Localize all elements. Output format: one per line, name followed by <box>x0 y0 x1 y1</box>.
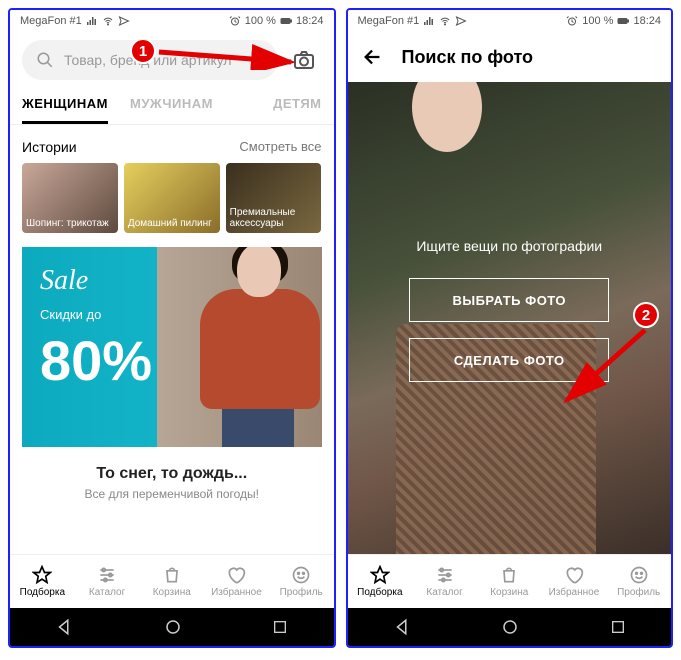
nav-favorites[interactable]: Избранное <box>204 555 269 608</box>
nav-selection[interactable]: Подборка <box>10 555 75 608</box>
signal-icon <box>86 15 98 27</box>
signal-icon <box>423 15 435 27</box>
send-icon <box>455 15 467 27</box>
send-icon <box>118 15 130 27</box>
nav-catalog[interactable]: Каталог <box>412 555 477 608</box>
back-icon[interactable] <box>362 46 384 68</box>
heart-icon <box>564 565 584 585</box>
nav-favorites[interactable]: Избранное <box>542 555 607 608</box>
search-icon <box>36 51 54 69</box>
nav-label: Каталог <box>426 587 462 598</box>
battery-label: 100 % <box>245 15 276 27</box>
bag-icon <box>499 565 519 585</box>
filter-icon <box>97 565 117 585</box>
smile-icon <box>629 565 649 585</box>
nav-label: Подборка <box>357 587 402 598</box>
photo-search-hint: Ищите вещи по фотографии <box>409 238 609 254</box>
wifi-icon <box>439 15 451 27</box>
nav-cart[interactable]: Корзина <box>139 555 204 608</box>
phone-screen-1: 1 MegaFon #1 100 % 18:24 <box>8 8 336 648</box>
story-label: Шопинг: трикотаж <box>26 218 109 229</box>
nav-label: Каталог <box>89 587 125 598</box>
battery-icon <box>280 15 292 27</box>
android-recent-icon[interactable] <box>610 619 626 635</box>
banner-model-image <box>182 247 322 447</box>
status-bar: MegaFon #1 100 % 18:24 <box>348 10 672 32</box>
nav-label: Подборка <box>20 587 65 598</box>
android-home-icon[interactable] <box>501 618 519 636</box>
nav-cart[interactable]: Корзина <box>477 555 542 608</box>
alarm-icon <box>229 15 241 27</box>
nav-label: Корзина <box>153 587 191 598</box>
nav-profile[interactable]: Профиль <box>606 555 671 608</box>
android-back-icon[interactable] <box>393 618 411 636</box>
story-label: Премиальные аксессуары <box>230 207 318 229</box>
carrier-label: MegaFon #1 <box>20 15 82 27</box>
nav-label: Избранное <box>549 587 600 598</box>
headline-sub: Все для переменчивой погоды! <box>30 487 314 501</box>
android-home-icon[interactable] <box>164 618 182 636</box>
sale-banner[interactable]: Sale Скидки до 80% <box>22 247 322 447</box>
stories-title: Истории <box>22 139 77 155</box>
tab-women[interactable]: ЖЕНЩИНАМ <box>22 88 108 124</box>
android-nav-bar <box>348 608 672 646</box>
story-card[interactable]: Домашний пилинг <box>124 163 220 233</box>
android-nav-bar <box>10 608 334 646</box>
nav-label: Профиль <box>280 587 323 598</box>
tab-kids[interactable]: ДЕТЯМ <box>273 88 321 124</box>
battery-icon <box>617 15 629 27</box>
stories-view-all[interactable]: Смотреть все <box>239 139 321 155</box>
nav-label: Профиль <box>617 587 660 598</box>
tab-men[interactable]: МУЖЧИНАМ <box>130 88 213 124</box>
annotation-arrow-2 <box>553 324 653 414</box>
smile-icon <box>291 565 311 585</box>
nav-label: Избранное <box>211 587 262 598</box>
alarm-icon <box>566 15 578 27</box>
carrier-label: MegaFon #1 <box>358 15 420 27</box>
android-recent-icon[interactable] <box>272 619 288 635</box>
heart-icon <box>226 565 246 585</box>
phone-screen-2: 2 MegaFon #1 100 % 18:24 Поиск по <box>346 8 674 648</box>
story-card[interactable]: Шопинг: трикотаж <box>22 163 118 233</box>
story-label: Домашний пилинг <box>128 218 212 229</box>
story-card[interactable]: Премиальные аксессуары <box>226 163 322 233</box>
wifi-icon <box>102 15 114 27</box>
bottom-nav: Подборка Каталог Корзина Избранное Профи… <box>348 554 672 608</box>
page-title: Поиск по фото <box>402 47 534 68</box>
annotation-badge-2: 2 <box>633 302 659 328</box>
nav-label: Корзина <box>490 587 528 598</box>
battery-label: 100 % <box>582 15 613 27</box>
filter-icon <box>435 565 455 585</box>
nav-catalog[interactable]: Каталог <box>75 555 140 608</box>
time-label: 18:24 <box>633 15 661 27</box>
headline-title: То снег, то дождь... <box>30 465 314 483</box>
bag-icon <box>162 565 182 585</box>
nav-profile[interactable]: Профиль <box>269 555 334 608</box>
star-icon <box>370 565 390 585</box>
android-back-icon[interactable] <box>55 618 73 636</box>
choose-photo-button[interactable]: ВЫБРАТЬ ФОТО <box>409 278 609 322</box>
photo-search-body: Ищите вещи по фотографии ВЫБРАТЬ ФОТО СД… <box>348 82 672 554</box>
annotation-badge-1: 1 <box>130 38 156 64</box>
time-label: 18:24 <box>296 15 324 27</box>
bottom-nav: Подборка Каталог Корзина Избранное Профи… <box>10 554 334 608</box>
annotation-arrow-1 <box>155 40 305 70</box>
category-tabs: ЖЕНЩИНАМ МУЖЧИНАМ ДЕТЯМ <box>10 88 334 125</box>
star-icon <box>32 565 52 585</box>
nav-selection[interactable]: Подборка <box>348 555 413 608</box>
status-bar: MegaFon #1 100 % 18:24 <box>10 10 334 32</box>
